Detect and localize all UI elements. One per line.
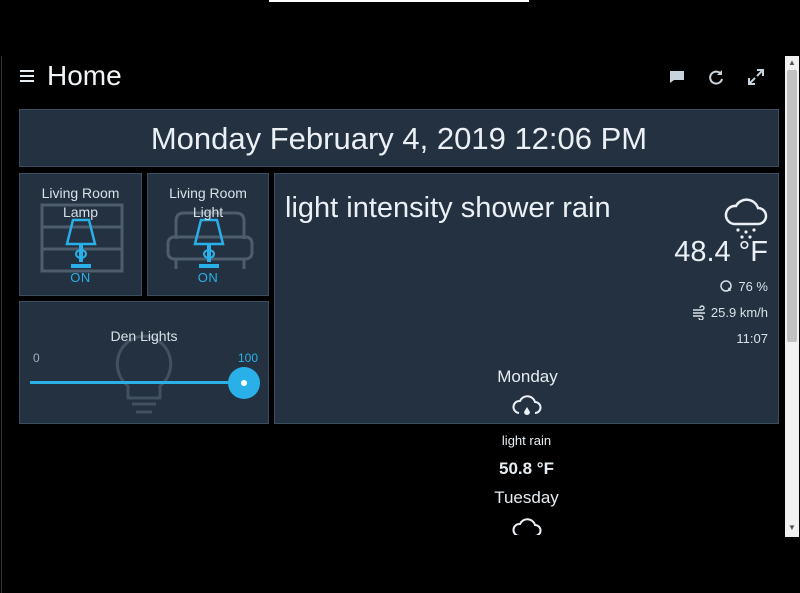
top-edge-bar: [269, 0, 529, 2]
scroll-down-arrow[interactable]: ▼: [787, 523, 797, 533]
slider-max: 100: [237, 351, 258, 365]
dimmer-label: Den Lights: [110, 328, 178, 344]
weather-tile: light intensity shower rain 48.4 °F 76 %…: [274, 173, 779, 424]
page-title: Home: [47, 60, 122, 91]
living-room-lamp-tile[interactable]: Living Room Lamp ON: [19, 173, 142, 296]
fullscreen-icon[interactable]: [747, 68, 765, 86]
rain-cloud-icon: [512, 518, 541, 535]
switch-state: ON: [70, 270, 91, 285]
slider-track[interactable]: [30, 381, 245, 384]
forecast-temperature: 50.8 °F: [499, 459, 554, 478]
forecast-day: Tuesday: [494, 488, 559, 507]
clock-text: Monday February 4, 2019 12:06 PM: [150, 121, 648, 156]
scrollbar-thumb[interactable]: [787, 70, 797, 342]
weather-condition: light intensity shower rain: [285, 192, 611, 224]
lightbulb-icon: [115, 334, 173, 414]
switch-state: ON: [197, 270, 219, 285]
living-room-light-tile[interactable]: Living Room Light ON: [147, 173, 269, 296]
slider-min: 0: [33, 351, 40, 365]
wind-icon: [692, 305, 705, 320]
humidity-row: 76 %: [719, 279, 768, 294]
hamburger-menu-icon[interactable]: [20, 70, 34, 84]
scroll-up-arrow[interactable]: ▲: [787, 58, 797, 68]
slider-handle[interactable]: [228, 367, 260, 399]
lamp-icon: [193, 218, 225, 268]
rain-cloud-icon: [512, 395, 541, 415]
rain-cloud-icon: [724, 198, 768, 239]
lamp-icon: [65, 218, 97, 268]
switch-label: Living Room Lamp: [41, 185, 120, 220]
wind-row: 25.9 km/h: [692, 305, 768, 320]
weather-time: 11:07: [736, 331, 768, 346]
forecast-day: Monday: [497, 367, 558, 386]
forecast-icon-row: [274, 395, 779, 428]
forecast-condition: light rain: [501, 433, 552, 448]
current-temperature: 48.4 °F: [674, 236, 768, 268]
forecast-icon-row: [274, 518, 779, 535]
chat-icon[interactable]: [668, 68, 686, 86]
clock-tile: Monday February 4, 2019 12:06 PM: [19, 109, 779, 167]
den-lights-tile: Den Lights 0 100: [19, 301, 269, 424]
humidity-icon: [720, 280, 733, 292]
switch-label: Living Room Light: [169, 185, 247, 220]
refresh-icon[interactable]: [707, 68, 725, 86]
